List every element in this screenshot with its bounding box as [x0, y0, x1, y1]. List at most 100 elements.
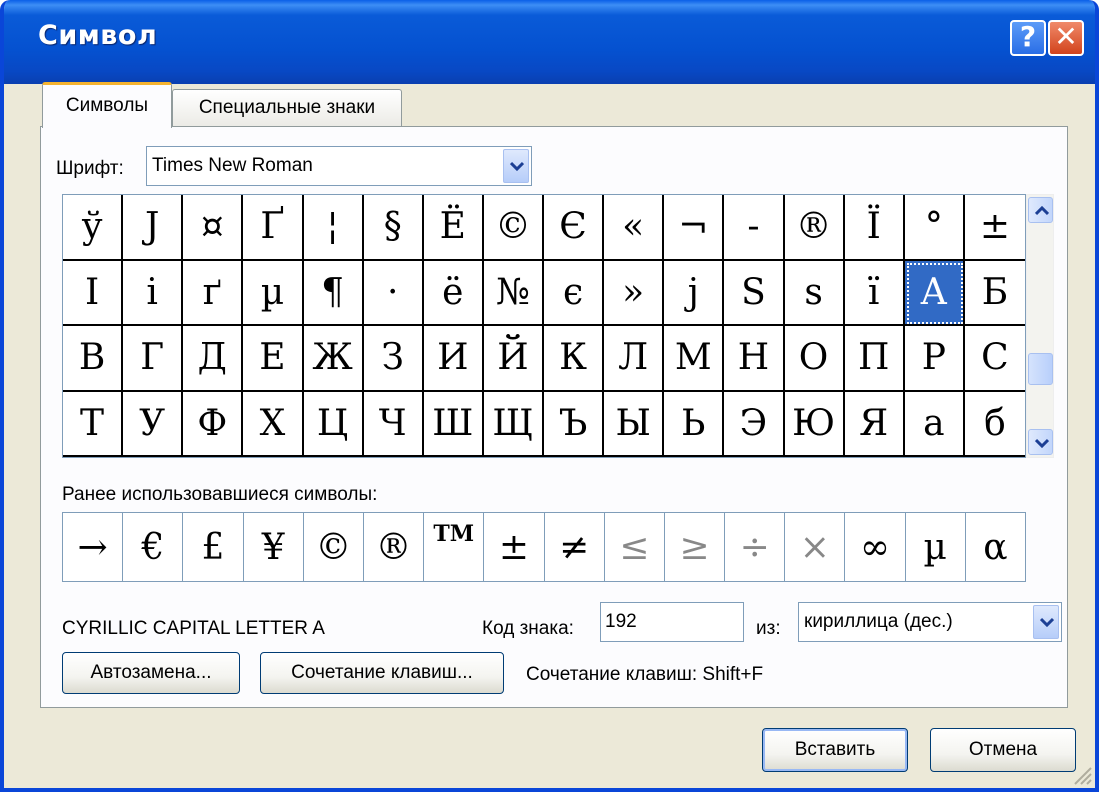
symbol-cell[interactable]: ѕ: [784, 260, 845, 326]
symbol-cell[interactable]: Х: [243, 391, 304, 457]
symbol-cell[interactable]: °: [904, 195, 965, 261]
recent-symbol-cell[interactable]: ±: [484, 513, 545, 581]
symbol-cell[interactable]: є: [544, 260, 605, 326]
font-select[interactable]: Times New Roman: [146, 146, 532, 186]
recent-symbol-cell[interactable]: TM: [424, 513, 485, 581]
char-code-input[interactable]: 192: [600, 602, 744, 642]
symbol-cell[interactable]: ¬: [664, 195, 725, 261]
symbol-cell[interactable]: Г: [123, 326, 184, 392]
recent-symbol-cell[interactable]: ®: [364, 513, 425, 581]
symbol-cell[interactable]: Н: [724, 326, 785, 392]
symbol-cell[interactable]: Ж: [303, 326, 364, 392]
symbol-cell[interactable]: «: [604, 195, 665, 261]
symbol-cell[interactable]: Ї: [844, 195, 905, 261]
recent-symbol-cell[interactable]: ≠: [545, 513, 605, 581]
symbol-cell[interactable]: б: [964, 392, 1025, 457]
tab-symbols[interactable]: Символы: [42, 82, 172, 128]
recent-symbol-cell[interactable]: α: [966, 513, 1025, 581]
symbol-cell[interactable]: №: [483, 260, 544, 326]
symbol-cell[interactable]: Ы: [604, 391, 665, 457]
recent-symbol-cell[interactable]: ∞: [845, 513, 906, 581]
symbol-cell[interactable]: У: [123, 391, 184, 457]
symbol-cell[interactable]: Ј: [123, 195, 184, 261]
symbol-cell[interactable]: Я: [844, 391, 905, 457]
symbol-cell[interactable]: ґ: [183, 260, 244, 326]
symbol-cell[interactable]: Й: [483, 326, 544, 392]
symbol-cell[interactable]: §: [363, 195, 424, 261]
recent-symbol-cell[interactable]: ©: [304, 513, 364, 581]
symbol-cell[interactable]: ї: [844, 260, 905, 326]
help-icon[interactable]: ?: [1010, 20, 1046, 56]
symbol-cell[interactable]: А: [904, 260, 965, 326]
symbol-cell[interactable]: В: [63, 326, 124, 392]
symbol-cell[interactable]: ¦: [303, 195, 364, 261]
recent-symbol-cell[interactable]: µ: [906, 513, 966, 581]
symbol-cell[interactable]: Ц: [303, 391, 364, 457]
symbol-cell[interactable]: і: [123, 260, 184, 326]
symbol-cell[interactable]: »: [604, 260, 665, 326]
symbol-cell[interactable]: Ю: [784, 391, 845, 457]
symbol-cell[interactable]: ¶: [303, 260, 364, 326]
recent-symbol-cell[interactable]: ×: [785, 513, 846, 581]
chevron-down-icon[interactable]: [503, 149, 529, 183]
recent-symbols-row[interactable]: → € £ ¥ © ® TM ± ≠ ≤ ≥ ÷ × ∞ µ α: [62, 512, 1026, 582]
recent-symbol-cell[interactable]: ≤: [605, 513, 665, 581]
recent-symbol-cell[interactable]: ÷: [725, 513, 786, 581]
symbol-cell[interactable]: Щ: [483, 391, 544, 457]
symbol-cell[interactable]: Б: [964, 261, 1025, 326]
symbol-cell[interactable]: П: [844, 326, 905, 392]
symbol-cell[interactable]: О: [784, 326, 845, 392]
recent-symbol-cell[interactable]: ¥: [244, 513, 304, 581]
recent-symbol-cell[interactable]: €: [123, 513, 184, 581]
close-icon[interactable]: ✕: [1048, 20, 1084, 56]
symbol-cell[interactable]: Л: [604, 326, 665, 392]
insert-button[interactable]: Вставить: [762, 728, 908, 772]
symbol-cell[interactable]: -: [724, 195, 785, 261]
symbol-cell[interactable]: Ґ: [243, 195, 304, 261]
chevron-down-icon[interactable]: [1033, 605, 1059, 639]
symbol-cell[interactable]: ·: [363, 260, 424, 326]
symbol-cell[interactable]: а: [904, 391, 965, 457]
symbol-cell[interactable]: Ь: [664, 391, 725, 457]
symbol-cell[interactable]: Є: [544, 195, 605, 261]
scroll-up-icon[interactable]: [1028, 197, 1053, 223]
symbol-cell[interactable]: µ: [243, 260, 304, 326]
recent-symbol-cell[interactable]: ≥: [665, 513, 726, 581]
symbol-cell[interactable]: Ъ: [544, 391, 605, 457]
recent-symbol-cell[interactable]: £: [183, 513, 244, 581]
symbol-cell[interactable]: Т: [63, 391, 124, 457]
symbol-cell[interactable]: ©: [483, 195, 544, 261]
symbol-cell[interactable]: Ш: [423, 391, 484, 457]
symbol-cell[interactable]: ®: [784, 195, 845, 261]
symbol-cell[interactable]: Е: [243, 326, 304, 392]
scroll-thumb[interactable]: [1028, 353, 1053, 385]
symbol-cell[interactable]: І: [63, 260, 124, 326]
symbol-cell[interactable]: ў: [63, 195, 124, 261]
symbol-cell[interactable]: З: [363, 326, 424, 392]
symbol-cell[interactable]: Ё: [423, 195, 484, 261]
symbol-grid[interactable]: ў Ј ¤ Ґ ¦ § Ё © Є «¬ - ® Ї ° ± Іі ґ µ ¶ · ё № є» ј Ѕѕ ї А Б В Г Д Е Ж З И Й…: [62, 194, 1026, 458]
symbol-cell[interactable]: Д: [183, 326, 244, 392]
symbol-cell[interactable]: Р: [904, 326, 965, 392]
cancel-button[interactable]: Отмена: [930, 728, 1076, 772]
tab-special-characters[interactable]: Специальные знаки: [172, 89, 402, 126]
symbol-cell[interactable]: Ч: [363, 391, 424, 457]
symbol-cell[interactable]: Ф: [183, 391, 244, 457]
scroll-down-icon[interactable]: [1028, 429, 1053, 455]
symbol-cell[interactable]: ј: [664, 260, 725, 326]
encoding-select[interactable]: кириллица (дес.): [798, 602, 1062, 642]
symbol-cell[interactable]: Э: [724, 391, 785, 457]
symbol-cell[interactable]: И: [423, 326, 484, 392]
symbol-cell[interactable]: ё: [423, 260, 484, 326]
symbol-cell[interactable]: Ѕ: [724, 260, 785, 326]
symbol-cell[interactable]: ¤: [183, 195, 244, 261]
recent-symbol-cell[interactable]: →: [63, 513, 124, 581]
symbol-cell[interactable]: К: [544, 326, 605, 392]
symbol-cell[interactable]: М: [664, 326, 725, 392]
resize-grip-icon[interactable]: [1071, 764, 1093, 786]
symbol-grid-scrollbar[interactable]: [1026, 194, 1054, 458]
autocorrect-button[interactable]: Автозамена...: [62, 652, 240, 694]
title-bar[interactable]: Символ ? ✕: [4, 0, 1095, 84]
symbol-cell[interactable]: ±: [964, 195, 1025, 261]
shortcut-key-button[interactable]: Сочетание клавиш...: [260, 652, 504, 694]
